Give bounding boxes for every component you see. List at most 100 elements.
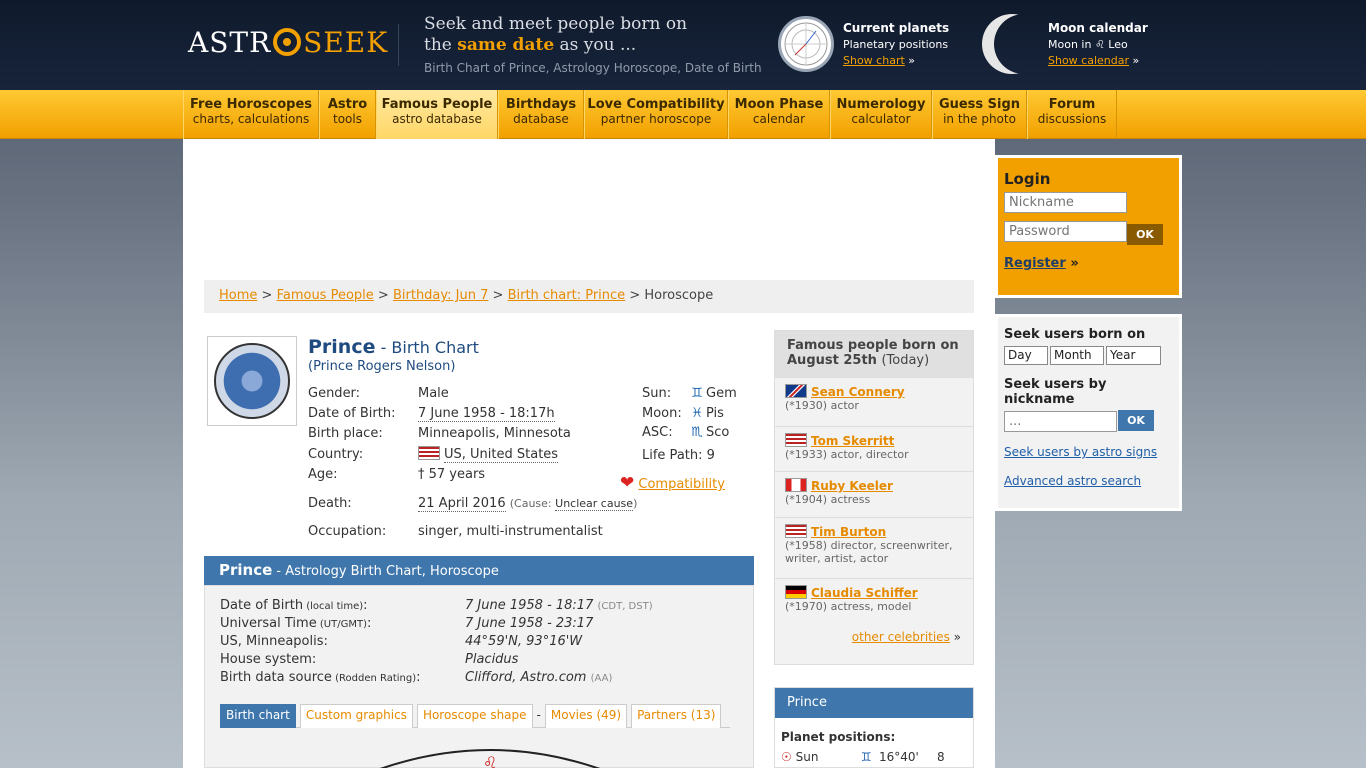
country-row: Country: US, United States [308, 446, 559, 463]
compatibility-link[interactable]: Compatibility [638, 477, 725, 492]
nav-title: Moon Phase [734, 97, 824, 112]
nav-sub: discussions [1037, 112, 1107, 126]
nav-sub: database [513, 112, 569, 126]
scorpio-icon: ♏ [691, 425, 703, 440]
chart-row-value: Clifford, Astro.com (AA) [465, 670, 612, 685]
nav-moon-phase[interactable]: Moon Phase calendar [728, 90, 830, 139]
chart-row-source: Birth data source (Rodden Rating): Cliffo… [220, 670, 612, 685]
famous-person-link[interactable]: Ruby Keeler [811, 479, 893, 493]
life-path: Life Path: 9 [642, 448, 715, 463]
planet-name: Sun [795, 750, 819, 764]
show-calendar-link[interactable]: Show calendar [1048, 54, 1129, 67]
occupation-label: Occupation: [308, 524, 387, 539]
tab-birth-chart[interactable]: Birth chart [220, 704, 296, 728]
death-cause-pre: (Cause: [509, 497, 556, 510]
nav-free-horoscopes[interactable]: Free Horoscopes charts, calculations [183, 90, 319, 139]
chart-section-name: Prince [219, 561, 273, 579]
death-cause-value[interactable]: Unclear cause [555, 497, 634, 511]
tab-horoscope-shape[interactable]: Horoscope shape [416, 704, 533, 728]
page-title: Prince - Birth Chart [308, 336, 479, 358]
famous-person-desc: (*1958) director, screenwriter, writer, … [785, 539, 953, 565]
tab-movies[interactable]: Movies (49) [544, 704, 628, 728]
nav-title: Birthdays [505, 97, 577, 112]
astroseek-logo[interactable]: ASTR SEEK [188, 22, 388, 62]
nav-astro-tools[interactable]: Astro tools [319, 90, 376, 139]
occupation-row: Occupation: singer, multi-instrumentalist [308, 524, 603, 539]
chart-row-dob: Date of Birth (local time): 7 June 1958 -… [220, 598, 653, 613]
dst-link[interactable]: (CDT, DST) [598, 601, 653, 612]
gemini-icon: ♊ [691, 386, 703, 401]
seek-astro-signs-link[interactable]: Seek users by astro signs [1004, 445, 1157, 459]
tab-partners[interactable]: Partners (13) [631, 704, 722, 728]
breadcrumb-sep: > [261, 288, 273, 303]
register-link[interactable]: Register [1004, 256, 1066, 271]
other-celebrities-link[interactable]: other celebrities [852, 630, 950, 644]
country-value[interactable]: US, United States [444, 447, 559, 463]
moon-calendar-title: Moon calendar [1048, 21, 1148, 35]
compatibility-row: ❤ Compatibility [620, 473, 725, 493]
breadcrumb-birth-chart[interactable]: Birth chart: Prince [508, 288, 626, 303]
sun-label: Sun: [642, 386, 672, 401]
nav-forum[interactable]: Forum discussions [1027, 90, 1117, 139]
famous-header: Famous people born on August 25th (Today… [775, 331, 973, 377]
breadcrumb-famous-people[interactable]: Famous People [277, 288, 374, 303]
seek-nick-title: Seek users by nickname [1004, 377, 1107, 407]
password-input[interactable] [1004, 221, 1127, 242]
birthdate-selects: Day Month Year [1004, 346, 1173, 365]
chart-section-header: Prince - Astrology Birth Chart, Horoscop… [204, 556, 754, 585]
login-title: Login [1004, 170, 1051, 188]
source-value[interactable]: Clifford, Astro.com [465, 670, 586, 685]
chart-row-location: US, Minneapolis: 44°59'N, 93°16'W [220, 634, 582, 649]
nav-sub: calculator [851, 112, 911, 126]
nav-love-compatibility[interactable]: Love Compatibility partner horoscope [584, 90, 728, 139]
seek-ok-button[interactable]: OK [1118, 410, 1154, 431]
other-celebrities: other celebrities » [852, 630, 961, 644]
nav-famous-people[interactable]: Famous People astro database [376, 90, 498, 139]
seek-nickname-input[interactable] [1004, 411, 1117, 432]
current-planets-chart-icon[interactable] [778, 16, 834, 72]
day-select[interactable]: Day [1004, 346, 1048, 365]
death-value[interactable]: 21 April 2016 [418, 496, 506, 512]
moon-icon[interactable] [982, 14, 1042, 74]
show-chart-link[interactable]: Show chart [843, 54, 905, 67]
chart-details: Date of Birth (local time): 7 June 1958 -… [204, 585, 754, 768]
tab-custom-graphics[interactable]: Custom graphics [299, 704, 413, 728]
birth-chart-wheel: ♌ [379, 749, 601, 768]
famous-person-link[interactable]: Sean Connery [811, 385, 905, 399]
famous-person-link[interactable]: Claudia Schiffer [811, 586, 918, 600]
chart-row-colon: : [416, 670, 421, 685]
breadcrumb-birthday[interactable]: Birthday: Jun 7 [393, 288, 488, 303]
nav-sub: calendar [752, 112, 806, 126]
header-tagline: Seek and meet people born on the same da… [424, 14, 762, 75]
tagline-2c: as you ... [554, 35, 637, 55]
year-select[interactable]: Year [1106, 346, 1161, 365]
gemini-icon: ♊ [861, 750, 872, 764]
nickname-input[interactable] [1004, 192, 1127, 213]
famous-person-link[interactable]: Tim Burton [811, 525, 886, 539]
famous-item: Claudia Schiffer (*1970) actress, model [775, 578, 973, 624]
sun-sign-row: Sun: ♊ Gem [642, 386, 737, 401]
profile-chart-thumbnail[interactable] [207, 336, 297, 426]
famous-person-desc: (*1933) actor, director [785, 448, 909, 461]
gender-row: Gender: Male [308, 386, 449, 401]
famous-person-link[interactable]: Tom Skerritt [811, 434, 894, 448]
age-label: Age: [308, 467, 338, 482]
nav-birthdays[interactable]: Birthdays database [498, 90, 584, 139]
login-ok-button[interactable]: OK [1127, 224, 1163, 245]
advanced-search-link[interactable]: Advanced astro search [1004, 474, 1141, 488]
chevron-right-icon: » [1132, 54, 1140, 67]
nav-numerology[interactable]: Numerology calculator [830, 90, 932, 139]
planet-row-sun: ☉ Sun ♊ 16°40' 8 [775, 744, 973, 764]
breadcrumb-home[interactable]: Home [219, 288, 257, 303]
death-cause: (Cause: Unclear cause) [509, 497, 637, 511]
dob-value[interactable]: 7 June 1958 - 18:17h [418, 406, 555, 422]
nav-guess-sign[interactable]: Guess Sign in the photo [932, 90, 1027, 139]
dob-label: Date of Birth: [308, 406, 396, 421]
breadcrumb: Home > Famous People > Birthday: Jun 7 >… [204, 280, 974, 313]
month-select[interactable]: Month [1050, 346, 1104, 365]
chart-row-value: 7 June 1958 - 23:17 [465, 616, 594, 631]
chart-row-colon: : [363, 598, 368, 613]
famous-item: Tom Skerritt (*1933) actor, director [775, 426, 973, 471]
rodden-link[interactable]: (AA) [591, 673, 613, 684]
nav-title: Famous People [381, 97, 493, 112]
